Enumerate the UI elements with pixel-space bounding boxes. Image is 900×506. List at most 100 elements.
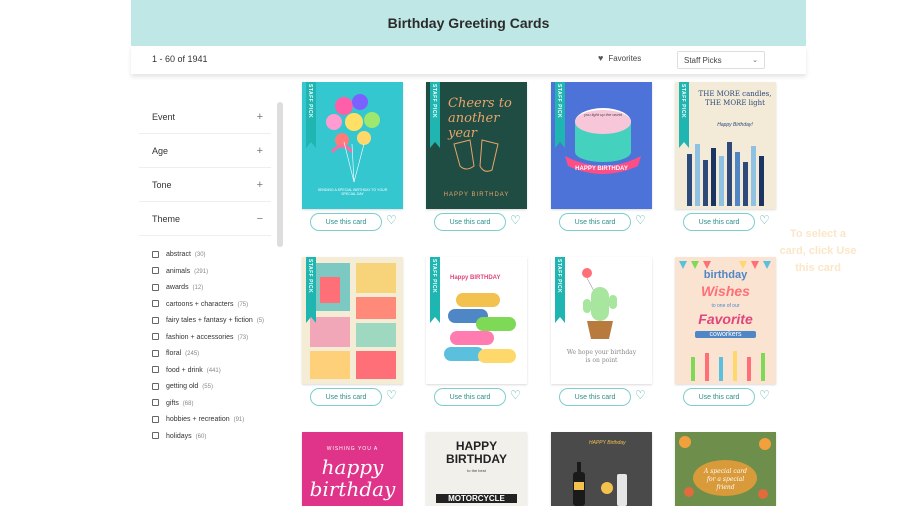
card-macarons[interactable]: Happy BIRTHDAY STAFF PICK Use this card … — [426, 257, 527, 406]
checkbox[interactable] — [152, 300, 159, 307]
theme-count: (291) — [194, 268, 209, 275]
use-this-card-button[interactable]: Use this card — [559, 213, 631, 231]
card-small-text: to the best — [467, 468, 486, 473]
checkbox[interactable] — [152, 267, 159, 274]
page-title: Birthday Greeting Cards — [387, 15, 550, 31]
theme-label: getting old — [166, 383, 199, 390]
facet-theme[interactable]: Theme − — [139, 202, 271, 236]
theme-option-abstract[interactable]: abstract (30) — [152, 248, 271, 262]
chevron-down-icon: ⌄ — [752, 57, 758, 64]
heart-icon[interactable]: ♡ — [635, 388, 646, 402]
checkbox[interactable] — [152, 415, 159, 423]
card-text: We hope your birthday is on point — [566, 349, 637, 364]
card-art: you light up the world HAPPY BIRTHDAY ST… — [551, 82, 652, 209]
filter-sidebar: Event + Age + Tone + Theme − abstract (3… — [139, 100, 271, 456]
use-this-card-button[interactable]: Use this card — [310, 388, 382, 406]
theme-option-food-drink[interactable]: food + drink (441) — [152, 364, 271, 378]
theme-option-gifts[interactable]: gifts (68) — [152, 397, 271, 411]
card-collage[interactable]: STAFF PICK Use this card ♡ — [302, 257, 403, 406]
checkbox[interactable] — [152, 432, 159, 439]
checkbox[interactable] — [152, 316, 159, 324]
theme-count: (73) — [237, 334, 249, 341]
checkbox[interactable] — [152, 283, 159, 291]
checkbox[interactable] — [152, 349, 159, 357]
card-art: THE MORE candles, THE MORE light Happy B… — [675, 82, 776, 209]
theme-count: (75) — [237, 301, 249, 308]
checkbox[interactable] — [152, 333, 159, 340]
card-art: HAPPY Birthday — [551, 432, 652, 506]
staff-pick-ribbon: STAFF PICK — [306, 82, 316, 148]
card-cactus[interactable]: We hope your birthday is on point STAFF … — [551, 257, 652, 406]
heart-icon[interactable]: ♡ — [386, 388, 397, 402]
use-this-card-button[interactable]: Use this card — [434, 213, 506, 231]
theme-option-animals[interactable]: animals (291) — [152, 265, 271, 279]
glasses-illustration — [453, 139, 499, 172]
facet-label: Event — [152, 111, 176, 122]
theme-option-awards[interactable]: awards (12) — [152, 281, 271, 295]
theme-option-getting-old[interactable]: getting old (55) — [152, 380, 271, 394]
card-art: A special card for a special friend — [675, 432, 776, 506]
theme-count: (12) — [192, 285, 204, 291]
candles-illustration — [687, 142, 764, 206]
checkbox[interactable] — [152, 250, 159, 258]
card-bottles[interactable]: HAPPY Birthday — [551, 432, 652, 506]
theme-option-hobbies[interactable]: hobbies + recreation (91) — [152, 413, 271, 427]
theme-option-fashion[interactable]: fashion + accessories (73) — [152, 331, 271, 345]
use-this-card-button[interactable]: Use this card — [559, 388, 631, 406]
card-big-text: happy birthday — [309, 455, 396, 501]
facet-label: Theme — [152, 213, 181, 224]
card-script: you light up the world — [584, 112, 622, 117]
heart-icon[interactable]: ♡ — [759, 213, 770, 227]
checkbox[interactable] — [152, 366, 159, 373]
theme-count: (30) — [194, 252, 206, 258]
minus-icon: − — [256, 212, 263, 225]
theme-list: abstract (30) animals (291) awards (12) … — [139, 236, 271, 444]
heart-icon: ♥ — [598, 53, 604, 63]
heart-icon[interactable]: ♡ — [510, 213, 521, 227]
theme-count: (55) — [202, 384, 213, 390]
favorites-link[interactable]: ♥ Favorites — [598, 53, 641, 63]
card-motorcycle[interactable]: HAPPY BIRTHDAY to the best MOTORCYCLE — [426, 432, 527, 506]
theme-option-fairy-tales[interactable]: fairy tales + fantasy + fiction (5) — [152, 314, 271, 328]
card-art: Cheers to another year HAPPY BIRTHDAY ST… — [426, 82, 527, 209]
facet-event[interactable]: Event + — [139, 100, 271, 134]
page: Birthday Greeting Cards 1 - 60 of 1941 ♥… — [131, 0, 806, 506]
card-special-friend[interactable]: A special card for a special friend — [675, 432, 776, 506]
theme-count: (68) — [182, 400, 194, 407]
sort-select[interactable]: Staff Picks ⌄ — [677, 51, 765, 69]
heart-icon[interactable]: ♡ — [510, 388, 521, 402]
card-cake[interactable]: you light up the world HAPPY BIRTHDAY ST… — [551, 82, 652, 231]
heart-icon[interactable]: ♡ — [386, 213, 397, 227]
facet-age[interactable]: Age + — [139, 134, 271, 168]
bottles-illustration — [573, 462, 627, 506]
card-art: We hope your birthday is on point STAFF … — [551, 257, 652, 384]
theme-option-holidays[interactable]: holidays (60) — [152, 430, 271, 444]
card-candles[interactable]: THE MORE candles, THE MORE light Happy B… — [675, 82, 776, 231]
theme-label: gifts — [166, 399, 179, 407]
use-this-card-button[interactable]: Use this card — [683, 213, 755, 231]
use-this-card-button[interactable]: Use this card — [683, 388, 755, 406]
heart-icon[interactable]: ♡ — [635, 213, 646, 227]
sidebar-scrollbar[interactable] — [277, 102, 283, 247]
checkbox[interactable] — [152, 382, 159, 390]
heart-icon[interactable]: ♡ — [759, 388, 770, 402]
card-coworkers[interactable]: birthday Wishes to one of our Favorite c… — [675, 257, 776, 406]
use-this-card-button[interactable]: Use this card — [310, 213, 382, 231]
card-cheers[interactable]: Cheers to another year HAPPY BIRTHDAY ST… — [426, 82, 527, 231]
theme-label: abstract — [166, 251, 191, 258]
facet-tone[interactable]: Tone + — [139, 168, 271, 202]
card-word5: coworkers — [695, 331, 756, 338]
card-word2: Wishes — [701, 283, 750, 299]
card-word3: to one of our — [711, 303, 740, 309]
staff-pick-ribbon: STAFF PICK — [430, 257, 440, 323]
sort-value: Staff Picks — [684, 55, 722, 65]
use-this-card-button[interactable]: Use this card — [434, 388, 506, 406]
cake-illustration — [565, 108, 641, 174]
card-balloons[interactable]: SENDING A SPECIAL BIRTHDAY TO YOUR SPECI… — [302, 82, 403, 231]
checkbox[interactable] — [152, 399, 159, 406]
theme-label: hobbies + recreation — [166, 416, 230, 423]
theme-label: cartoons + characters — [166, 300, 234, 308]
theme-option-cartoons[interactable]: cartoons + characters (75) — [152, 298, 271, 312]
theme-option-floral[interactable]: floral (245) — [152, 347, 271, 361]
card-happy-pink[interactable]: WISHING YOU A happy birthday — [302, 432, 403, 506]
